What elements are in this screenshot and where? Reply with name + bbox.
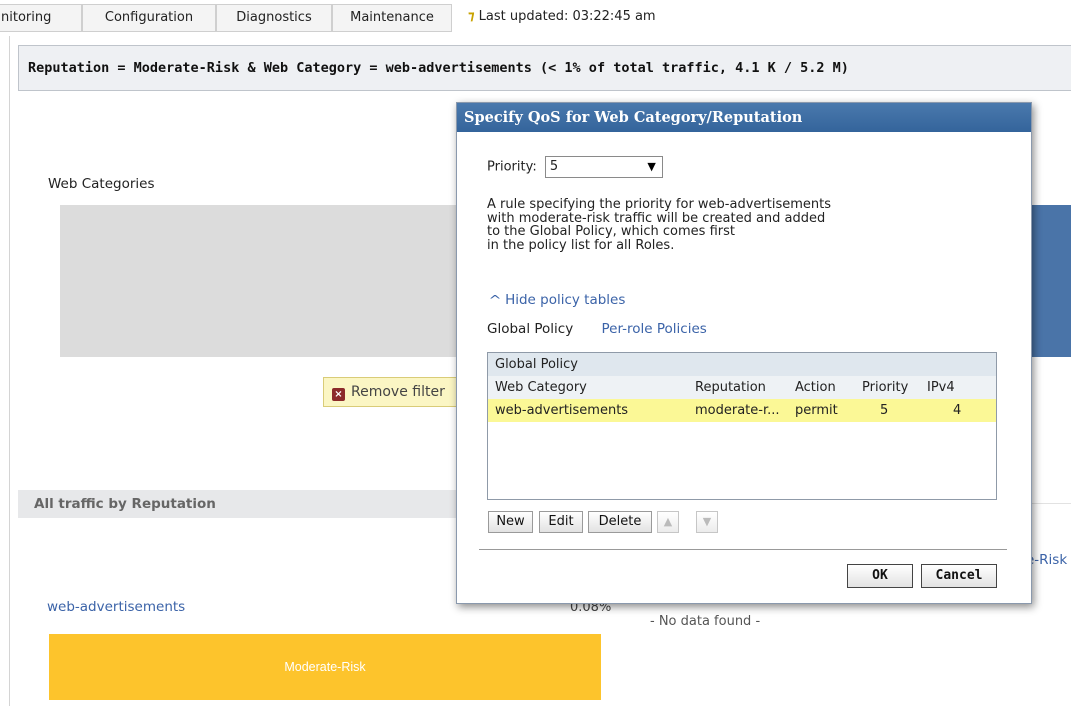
tab-configuration[interactable]: Configuration — [82, 4, 216, 32]
remove-filter-button[interactable]: × Remove filter — [323, 377, 463, 407]
left-divider — [9, 36, 10, 706]
column-header-action[interactable]: Action — [795, 376, 863, 399]
priority-label: Priority: — [487, 159, 537, 175]
new-button[interactable]: New — [488, 511, 533, 533]
tab-monitoring[interactable]: nitoring — [0, 4, 82, 32]
priority-select[interactable]: 5 ▼ — [544, 156, 663, 178]
arrow-down-icon: ▼ — [702, 515, 712, 528]
tab-global-policy[interactable]: Global Policy — [487, 321, 573, 337]
cell-action: permit — [795, 403, 838, 418]
qos-dialog: Specify QoS for Web Category/Reputation … — [456, 102, 1032, 604]
web-categories-label: Web Categories — [48, 176, 155, 192]
table-header: Web Category Reputation Action Priority … — [488, 376, 996, 399]
reputation-risk-link[interactable]: e-Risk — [1026, 552, 1067, 568]
cancel-button[interactable]: Cancel — [921, 564, 997, 588]
hide-policy-tables-label: Hide policy tables — [505, 292, 626, 308]
ok-button[interactable]: OK — [847, 564, 913, 588]
tab-diagnostics[interactable]: Diagnostics — [216, 4, 332, 32]
dialog-separator — [479, 549, 1007, 550]
cell-ipv4: 4 — [953, 403, 962, 418]
move-down-button[interactable]: ▼ — [696, 511, 718, 533]
no-data-message: - No data found - — [650, 614, 761, 629]
dropdown-arrow-icon: ▼ — [647, 160, 656, 173]
edit-button[interactable]: Edit — [539, 511, 583, 533]
column-header-web-category[interactable]: Web Category — [495, 376, 695, 399]
arrow-up-icon: ▲ — [663, 515, 673, 528]
column-header-ipv4[interactable]: IPv4 — [927, 376, 967, 399]
table-row[interactable]: web-advertisements moderate-r... permit … — [488, 399, 996, 422]
pin-icon: ⁊ — [468, 9, 475, 24]
priority-row: Priority: 5 ▼ — [487, 156, 663, 178]
cell-priority: 5 — [880, 403, 889, 418]
hide-policy-tables-link[interactable]: ^ Hide policy tables — [488, 292, 626, 308]
column-header-priority[interactable]: Priority — [862, 376, 926, 399]
last-updated-text: Last updated: 03:22:45 am — [478, 9, 656, 24]
policy-tabs: Global Policy Per-role Policies — [487, 321, 707, 337]
remove-filter-label: Remove filter — [351, 384, 445, 400]
top-tab-bar: nitoring Configuration Diagnostics Maint… — [0, 0, 1071, 36]
web-advertisements-link[interactable]: web-advertisements — [47, 599, 185, 615]
column-header-reputation[interactable]: Reputation — [695, 376, 793, 399]
global-policy-table: Global Policy Web Category Reputation Ac… — [487, 352, 997, 500]
web-categories-chart-area — [60, 205, 460, 357]
tab-per-role-policies[interactable]: Per-role Policies — [602, 321, 707, 337]
reputation-section-header: All traffic by Reputation — [18, 490, 458, 518]
filter-header: Reputation = Moderate-Risk & Web Categor… — [18, 45, 1071, 91]
cell-web-category: web-advertisements — [495, 403, 629, 418]
rule-description: A rule specifying the priority for web-a… — [487, 197, 832, 253]
last-updated: ⁊ Last updated: 03:22:45 am — [468, 9, 656, 24]
moderate-risk-bar[interactable]: Moderate-Risk — [49, 634, 601, 700]
table-title: Global Policy — [488, 353, 996, 376]
chevron-up-icon: ^ — [488, 293, 502, 307]
priority-value: 5 — [549, 159, 559, 174]
delete-button[interactable]: Delete — [588, 511, 652, 533]
tab-maintenance[interactable]: Maintenance — [332, 4, 452, 32]
moderate-risk-bar-label: Moderate-Risk — [284, 660, 366, 674]
move-up-button[interactable]: ▲ — [657, 511, 679, 533]
cell-reputation: moderate-r... — [695, 403, 780, 418]
remove-icon: × — [332, 388, 345, 401]
dialog-title: Specify QoS for Web Category/Reputation — [457, 103, 1031, 132]
